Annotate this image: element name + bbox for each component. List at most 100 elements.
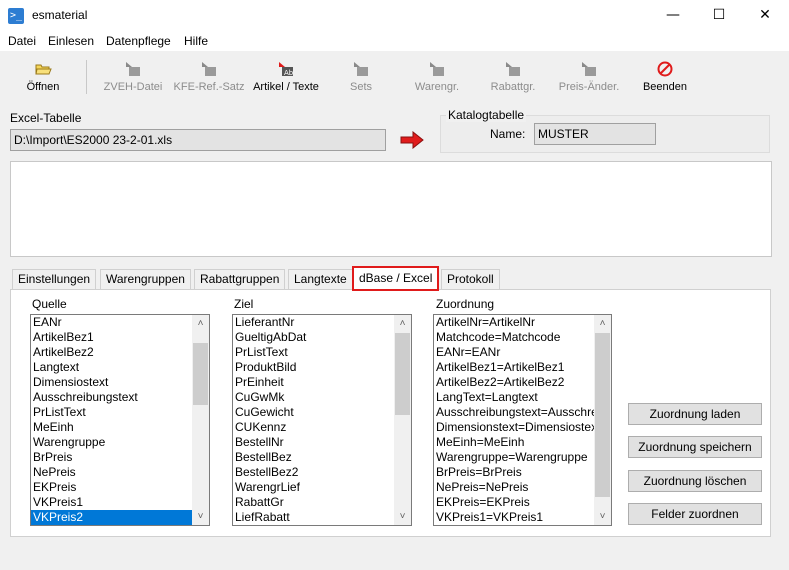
excel-path-field[interactable]: D:\Import\ES2000 23-2-01.xls <box>10 129 386 151</box>
chevron-down-icon[interactable]: ˅ <box>594 508 611 525</box>
list-item[interactable]: NePreis <box>31 465 209 480</box>
tab-dbase-excel[interactable]: dBase / Excel <box>352 266 440 291</box>
import-icon <box>428 61 446 77</box>
list-item[interactable]: BestellBez <box>233 450 411 465</box>
list-item[interactable]: EANr=EANr <box>434 345 594 360</box>
list-item[interactable]: ArtikelBez1=ArtikelBez1 <box>434 360 594 375</box>
import-icon <box>352 61 370 77</box>
minimize-button[interactable]: — <box>650 0 696 31</box>
list-item[interactable]: PrListText <box>31 405 209 420</box>
list-item[interactable]: Langtext <box>31 360 209 375</box>
list-item[interactable]: BrPreis=BrPreis <box>434 465 594 480</box>
list-item[interactable]: MeEinh <box>31 420 209 435</box>
list-item[interactable]: Warengruppe <box>31 435 209 450</box>
scroll-thumb[interactable] <box>193 343 208 405</box>
menu-datei[interactable]: Datei <box>8 34 36 48</box>
felder-zuordnen-button[interactable]: Felder zuordnen <box>628 503 762 525</box>
list-item[interactable]: BestellNr <box>233 435 411 450</box>
chevron-down-icon[interactable]: ˅ <box>192 508 209 525</box>
chevron-down-icon[interactable]: ˅ <box>394 508 411 525</box>
tab-langtexte[interactable]: Langtexte <box>288 269 353 290</box>
list-item[interactable]: WarengrLief <box>233 480 411 495</box>
list-item[interactable]: Matchcode=Matchcode <box>434 330 594 345</box>
tab-rabattgruppen[interactable]: Rabattgruppen <box>194 269 286 290</box>
list-item[interactable]: MeEinh=MeEinh <box>434 435 594 450</box>
list-item[interactable]: ArtikelBez2=ArtikelBez2 <box>434 375 594 390</box>
list-item[interactable]: CUKennz <box>233 420 411 435</box>
maximize-button[interactable]: ☐ <box>696 0 742 31</box>
artikel-texte-label: Artikel / Texte <box>253 81 319 93</box>
chevron-up-icon[interactable]: ˄ <box>594 315 611 332</box>
preis-aender-button[interactable]: Preis-Änder. <box>554 58 624 98</box>
list-item[interactable]: PrEinheit <box>233 375 411 390</box>
import-icon <box>504 61 522 77</box>
list-item[interactable]: LangText=Langtext <box>434 390 594 405</box>
list-item-selected[interactable]: VKPreis2 <box>31 510 209 525</box>
tab-protokoll[interactable]: Protokoll <box>441 269 500 290</box>
zuordnung-scrollbar[interactable]: ˄ ˅ <box>594 315 611 525</box>
list-item[interactable]: RabattGr <box>233 495 411 510</box>
beenden-label: Beenden <box>642 81 688 93</box>
list-item[interactable]: NePreis=NePreis <box>434 480 594 495</box>
list-item[interactable]: EANr <box>31 315 209 330</box>
arrow-right-icon <box>400 130 424 152</box>
list-item[interactable]: ArtikelBez1 <box>31 330 209 345</box>
preis-aender-label: Preis-Änder. <box>558 81 620 93</box>
list-item[interactable]: Dimensiostext <box>31 375 209 390</box>
window-title: esmaterial <box>32 8 88 22</box>
open-label: Öffnen <box>26 81 60 93</box>
tab-warengruppen[interactable]: Warengruppen <box>100 269 191 290</box>
tab-einstellungen[interactable]: Einstellungen <box>12 269 97 290</box>
name-label: Name: <box>490 127 526 141</box>
zuordnung-speichern-button[interactable]: Zuordnung speichern <box>628 436 762 458</box>
close-button[interactable]: ✕ <box>742 0 788 31</box>
list-item[interactable]: BestellBez2 <box>233 465 411 480</box>
ziel-listbox[interactable]: LieferantNr GueltigAbDat PrListText Prod… <box>232 314 412 526</box>
list-item[interactable]: Ausschreibungstext=Ausschreibungstext <box>434 405 594 420</box>
rabattgr-button[interactable]: Rabattgr. <box>484 58 542 98</box>
list-item[interactable]: LiefRabatt <box>233 510 411 525</box>
list-item[interactable]: ProduktBild <box>233 360 411 375</box>
list-item[interactable]: ArtikelNr=ArtikelNr <box>434 315 594 330</box>
list-item[interactable]: Ausschreibungstext <box>31 390 209 405</box>
list-item[interactable]: VKPreis1=VKPreis1 <box>434 510 594 525</box>
menu-datenpflege[interactable]: Datenpflege <box>106 34 171 48</box>
kfe-button[interactable]: KFE-Ref.-Satz <box>172 58 246 98</box>
list-item[interactable]: CuGwMk <box>233 390 411 405</box>
list-item[interactable]: Dimensionstext=Dimensiostext <box>434 420 594 435</box>
kfe-label: KFE-Ref.-Satz <box>173 81 245 93</box>
warengr-button[interactable]: Warengr. <box>408 58 466 98</box>
zuordnung-loeschen-button[interactable]: Zuordnung löschen <box>628 470 762 492</box>
list-item[interactable]: Warengruppe=Warengruppe <box>434 450 594 465</box>
list-item[interactable]: PrListText <box>233 345 411 360</box>
menu-hilfe[interactable]: Hilfe <box>184 34 208 48</box>
katalog-name-field[interactable]: MUSTER <box>534 123 656 145</box>
artikel-texte-button[interactable]: Ab Artikel / Texte <box>250 58 322 98</box>
log-panel <box>10 161 772 257</box>
list-item[interactable]: EKPreis=EKPreis <box>434 495 594 510</box>
list-item[interactable]: VKPreis1 <box>31 495 209 510</box>
ziel-scrollbar[interactable]: ˄ ˅ <box>394 315 411 525</box>
quelle-listbox[interactable]: EANr ArtikelBez1 ArtikelBez2 Langtext Di… <box>30 314 210 526</box>
zuordnung-laden-button[interactable]: Zuordnung laden <box>628 403 762 425</box>
menu-einlesen[interactable]: Einlesen <box>48 34 94 48</box>
sets-button[interactable]: Sets <box>340 58 382 98</box>
list-item[interactable]: BrPreis <box>31 450 209 465</box>
list-item[interactable]: GueltigAbDat <box>233 330 411 345</box>
chevron-up-icon[interactable]: ˄ <box>192 315 209 332</box>
quelle-scrollbar[interactable]: ˄ ˅ <box>192 315 209 525</box>
list-item[interactable]: ArtikelBez2 <box>31 345 209 360</box>
zuordnung-label: Zuordnung <box>436 297 495 311</box>
zuordnung-listbox[interactable]: ArtikelNr=ArtikelNr Matchcode=Matchcode … <box>433 314 612 526</box>
list-item[interactable]: EKPreis <box>31 480 209 495</box>
list-item[interactable]: CuGewicht <box>233 405 411 420</box>
open-button[interactable]: Öffnen <box>18 58 68 98</box>
import-icon <box>200 61 218 77</box>
scroll-thumb[interactable] <box>595 333 610 497</box>
list-item[interactable]: LieferantNr <box>233 315 411 330</box>
scroll-thumb[interactable] <box>395 333 410 415</box>
chevron-up-icon[interactable]: ˄ <box>394 315 411 332</box>
toolbar-separator <box>86 60 87 94</box>
beenden-button[interactable]: Beenden <box>638 58 692 98</box>
zveh-button[interactable]: ZVEH-Datei <box>100 58 166 98</box>
